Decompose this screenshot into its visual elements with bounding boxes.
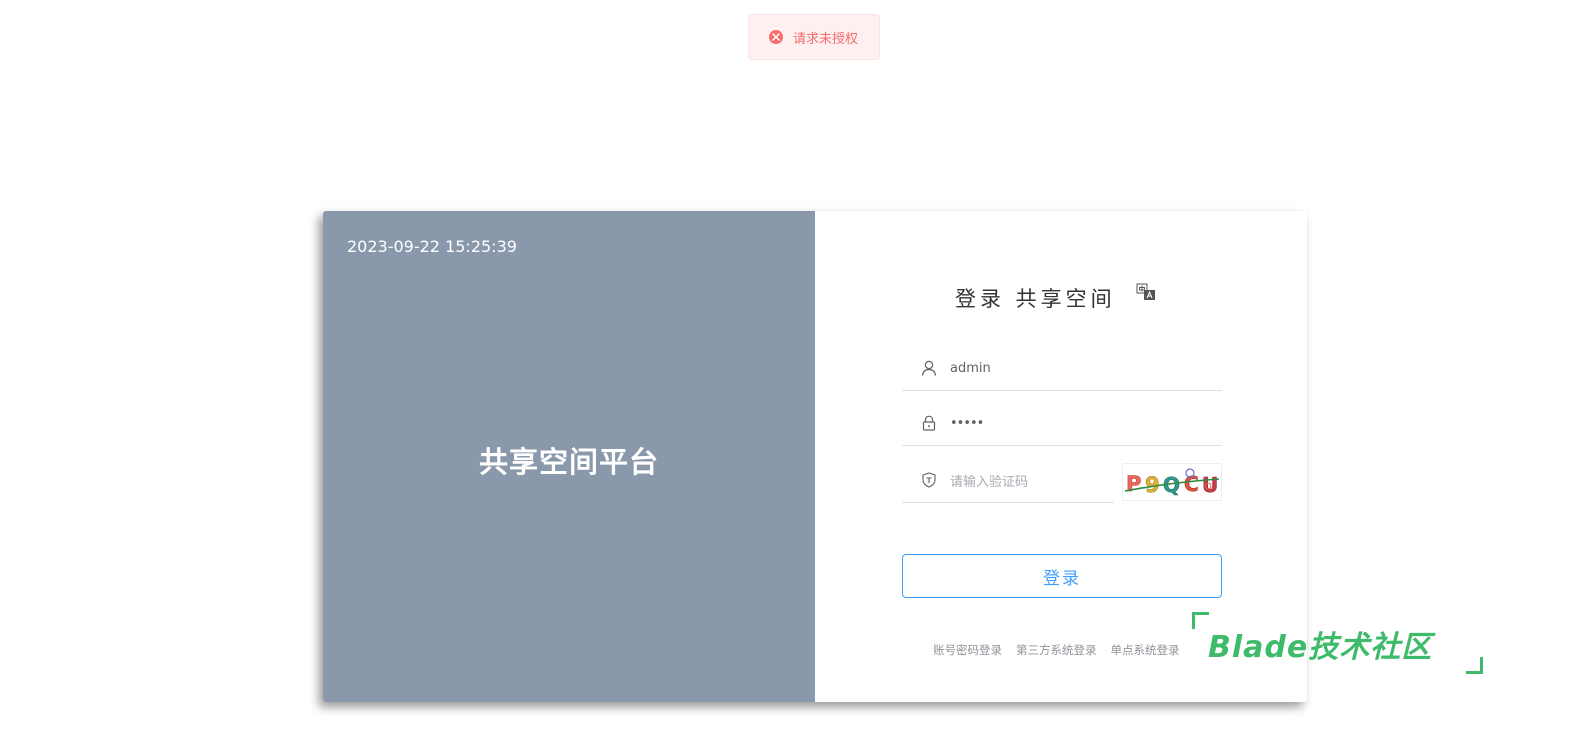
link-sso-login[interactable]: 单点系统登录 (1111, 642, 1180, 658)
password-value: ••••• (950, 415, 984, 431)
alt-login-links: 账号密码登录 第三方系统登录 单点系统登录 (933, 642, 1180, 658)
password-field[interactable]: ••••• (902, 401, 1222, 446)
platform-name: 共享空间平台 (478, 445, 659, 479)
watermark-corner-bottom-right (1466, 657, 1483, 674)
link-third-party-login[interactable]: 第三方系统登录 (1016, 642, 1097, 658)
user-icon (920, 359, 938, 377)
error-toast: 请求未授权 (748, 14, 880, 60)
svg-text:C: C (1184, 472, 1199, 496)
error-circle-icon (769, 30, 783, 44)
toast-message: 请求未授权 (793, 31, 859, 47)
current-datetime: 2023-09-22 15:25:39 (347, 237, 517, 256)
login-title: 登录 共享空间 (955, 287, 1116, 311)
brand-panel: 2023-09-22 15:25:39 共享空间平台 (323, 211, 815, 702)
watermark-corner-top-left (1192, 612, 1209, 629)
shield-icon (920, 471, 938, 489)
captcha-image[interactable]: P 9 Q C U (1122, 463, 1222, 501)
watermark-text: Blade技术社区 (1208, 630, 1433, 665)
captcha-field[interactable]: 请输入验证码 (902, 458, 1114, 503)
login-card: 2023-09-22 15:25:39 共享空间平台 登录 共享空间 admin (323, 211, 1307, 702)
username-value: admin (950, 360, 991, 376)
svg-text:P: P (1126, 472, 1141, 496)
username-field[interactable]: admin (902, 346, 1222, 391)
watermark: Blade技术社区 (1190, 612, 1485, 674)
login-button[interactable]: 登录 (902, 554, 1222, 598)
captcha-placeholder: 请输入验证码 (950, 474, 1029, 490)
translate-icon[interactable] (1136, 283, 1156, 301)
lock-icon (920, 414, 938, 432)
link-account-password-login[interactable]: 账号密码登录 (933, 642, 1002, 658)
svg-text:U: U (1202, 473, 1218, 497)
